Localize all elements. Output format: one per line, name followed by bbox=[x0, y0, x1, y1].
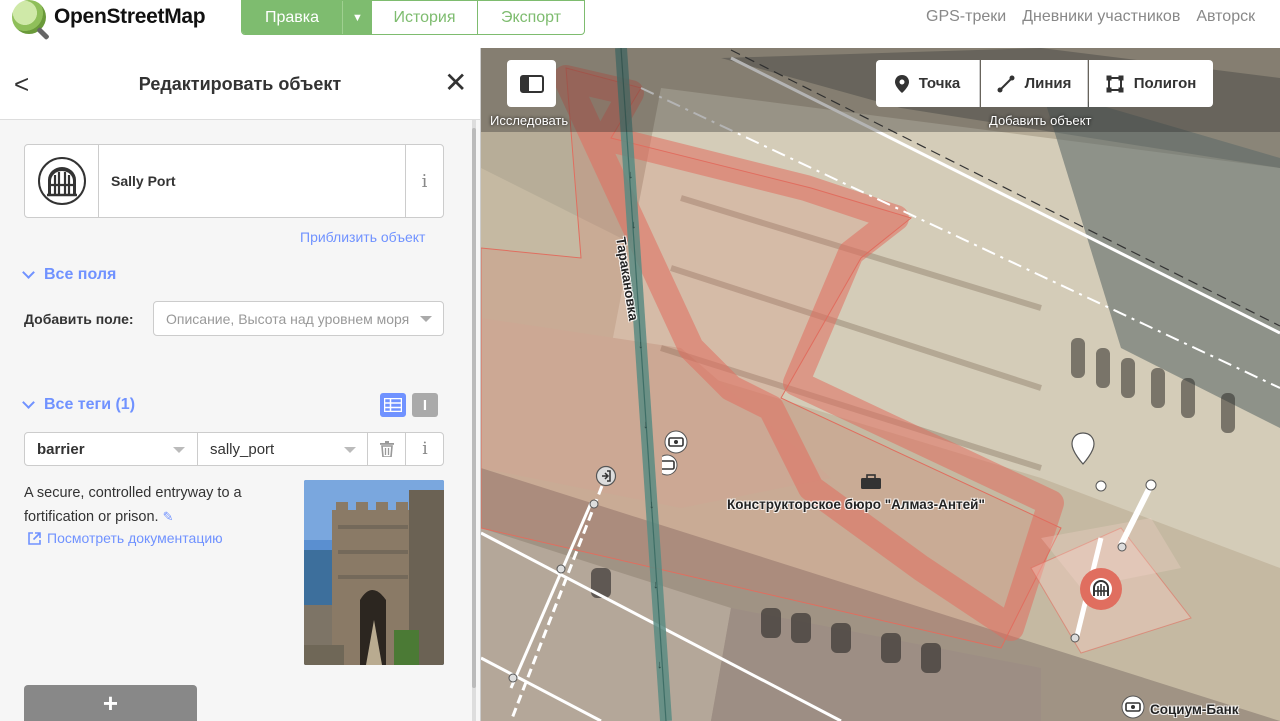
tag-documentation: A secure, controlled entryway to a forti… bbox=[24, 481, 289, 529]
info-icon: i bbox=[421, 170, 428, 192]
list-view-toggle[interactable] bbox=[380, 393, 406, 417]
export-button[interactable]: Экспорт bbox=[478, 1, 584, 34]
all-tags-toggle[interactable]: Все теги (1) bbox=[22, 396, 136, 414]
tag-value-input[interactable]: sally_port bbox=[198, 433, 368, 465]
info-icon: i bbox=[422, 439, 428, 459]
zoom-to-feature-link[interactable]: Приблизить объект bbox=[300, 229, 425, 245]
app-name: OpenStreetMap bbox=[54, 5, 206, 28]
add-tag-button[interactable]: + bbox=[24, 685, 197, 721]
add-field-label: Добавить поле: bbox=[24, 311, 134, 327]
preset-info-button[interactable]: i bbox=[405, 145, 443, 217]
edit-dropdown-button[interactable]: ▼ bbox=[342, 1, 372, 34]
satellite-imagery: ↓ ↓ ↓ ↓ ↓ ↓ ↓ bbox=[481, 48, 1280, 721]
svg-text:↓: ↓ bbox=[657, 659, 663, 671]
map-pin-icon[interactable] bbox=[1071, 432, 1095, 466]
pencil-icon[interactable]: ✎ bbox=[163, 509, 174, 524]
table-icon bbox=[384, 398, 402, 412]
top-navigation-bar: OpenStreetMap Правка ▼ История Экспорт G… bbox=[0, 0, 1280, 48]
tag-description: A secure, controlled entryway to a forti… bbox=[24, 485, 242, 525]
inspect-toggle-button[interactable] bbox=[507, 60, 556, 107]
all-fields-toggle[interactable]: Все поля bbox=[22, 266, 117, 284]
osm-logo-icon bbox=[12, 0, 46, 34]
copyright-link[interactable]: Авторск bbox=[1196, 8, 1255, 26]
edit-button[interactable]: Правка bbox=[242, 1, 342, 34]
building-label: Конструкторское бюро "Алмаз-Антей" bbox=[727, 497, 985, 512]
caret-down-icon bbox=[173, 447, 185, 453]
all-tags-heading: Все теги (1) bbox=[44, 396, 136, 413]
add-line-label: Линия bbox=[1024, 75, 1072, 92]
inspect-label: Исследовать bbox=[490, 113, 569, 128]
sidebar-header: < Редактировать объект ✕ bbox=[0, 48, 480, 120]
point-marker-icon bbox=[894, 74, 909, 93]
view-documentation-link[interactable]: Посмотреть документацию bbox=[28, 530, 223, 546]
user-diaries-link[interactable]: Дневники участников bbox=[1022, 8, 1180, 26]
add-area-button[interactable]: Полигон bbox=[1089, 60, 1213, 107]
all-fields-heading: Все поля bbox=[44, 266, 117, 283]
view-documentation-label: Посмотреть документацию bbox=[47, 530, 223, 546]
add-point-label: Точка bbox=[918, 75, 961, 92]
selected-sally-port-vertex[interactable] bbox=[1078, 566, 1124, 612]
svg-text:↓: ↓ bbox=[638, 339, 644, 351]
bank-pin-icon[interactable] bbox=[1120, 694, 1146, 721]
caret-down-icon bbox=[344, 447, 356, 453]
add-feature-label: Добавить объект bbox=[989, 113, 1092, 128]
osm-logo[interactable]: OpenStreetMap bbox=[12, 0, 206, 34]
chevron-down-icon bbox=[22, 266, 35, 279]
preset-selector[interactable]: Sally Port i bbox=[24, 144, 444, 218]
bank-label: Социум-Банк bbox=[1150, 702, 1239, 717]
svg-text:↓: ↓ bbox=[643, 419, 649, 431]
svg-text:↓: ↓ bbox=[653, 579, 659, 591]
top-links: GPS-треки Дневники участников Авторск bbox=[926, 8, 1255, 26]
delete-tag-button[interactable] bbox=[368, 433, 406, 465]
tag-info-button[interactable]: i bbox=[406, 433, 444, 465]
area-icon bbox=[1106, 75, 1124, 92]
map-canvas[interactable]: ↓ ↓ ↓ ↓ ↓ ↓ ↓ Таракановка Конструкторское бюр… bbox=[481, 48, 1280, 721]
office-icon[interactable] bbox=[860, 474, 882, 490]
svg-text:↓: ↓ bbox=[649, 499, 655, 511]
preset-icon-box bbox=[25, 145, 99, 217]
caret-down-icon bbox=[420, 316, 432, 322]
svg-text:↓: ↓ bbox=[631, 219, 637, 231]
external-link-icon bbox=[28, 531, 41, 545]
close-icon: ✕ bbox=[444, 67, 468, 98]
sally-port-icon bbox=[38, 157, 86, 205]
add-field-combobox[interactable]: Описание, Высота над уровнем моря bbox=[153, 301, 444, 336]
feature-editor-sidebar: < Редактировать объект ✕ Sally Port i Пр… bbox=[0, 48, 481, 721]
add-point-button[interactable]: Точка bbox=[876, 60, 980, 107]
sidebar-title: Редактировать объект bbox=[138, 74, 342, 94]
trash-icon bbox=[379, 441, 394, 457]
preset-name: Sally Port bbox=[111, 173, 176, 189]
gps-traces-link[interactable]: GPS-треки bbox=[926, 8, 1006, 26]
scrollbar-thumb[interactable] bbox=[472, 128, 476, 688]
atm-pin-icon[interactable] bbox=[662, 428, 690, 480]
caret-down-icon: ▼ bbox=[352, 11, 363, 24]
edit-history-export-group: Правка ▼ История Экспорт bbox=[241, 0, 585, 35]
text-cursor-icon: I bbox=[422, 396, 428, 414]
entrance-icon[interactable] bbox=[595, 465, 617, 487]
text-view-toggle[interactable]: I bbox=[412, 393, 438, 417]
chevron-down-icon bbox=[22, 396, 35, 409]
sally-port-photo bbox=[304, 480, 444, 665]
line-icon bbox=[997, 75, 1015, 92]
history-button[interactable]: История bbox=[372, 1, 478, 34]
tag-row: barrier sally_port i bbox=[24, 432, 444, 466]
add-line-button[interactable]: Линия bbox=[981, 60, 1088, 107]
svg-text:↓: ↓ bbox=[628, 169, 634, 181]
plus-icon: + bbox=[102, 687, 119, 718]
close-button[interactable]: ✕ bbox=[444, 68, 467, 98]
sidebar-toggle-icon bbox=[519, 74, 544, 93]
add-area-label: Полигон bbox=[1133, 75, 1197, 92]
